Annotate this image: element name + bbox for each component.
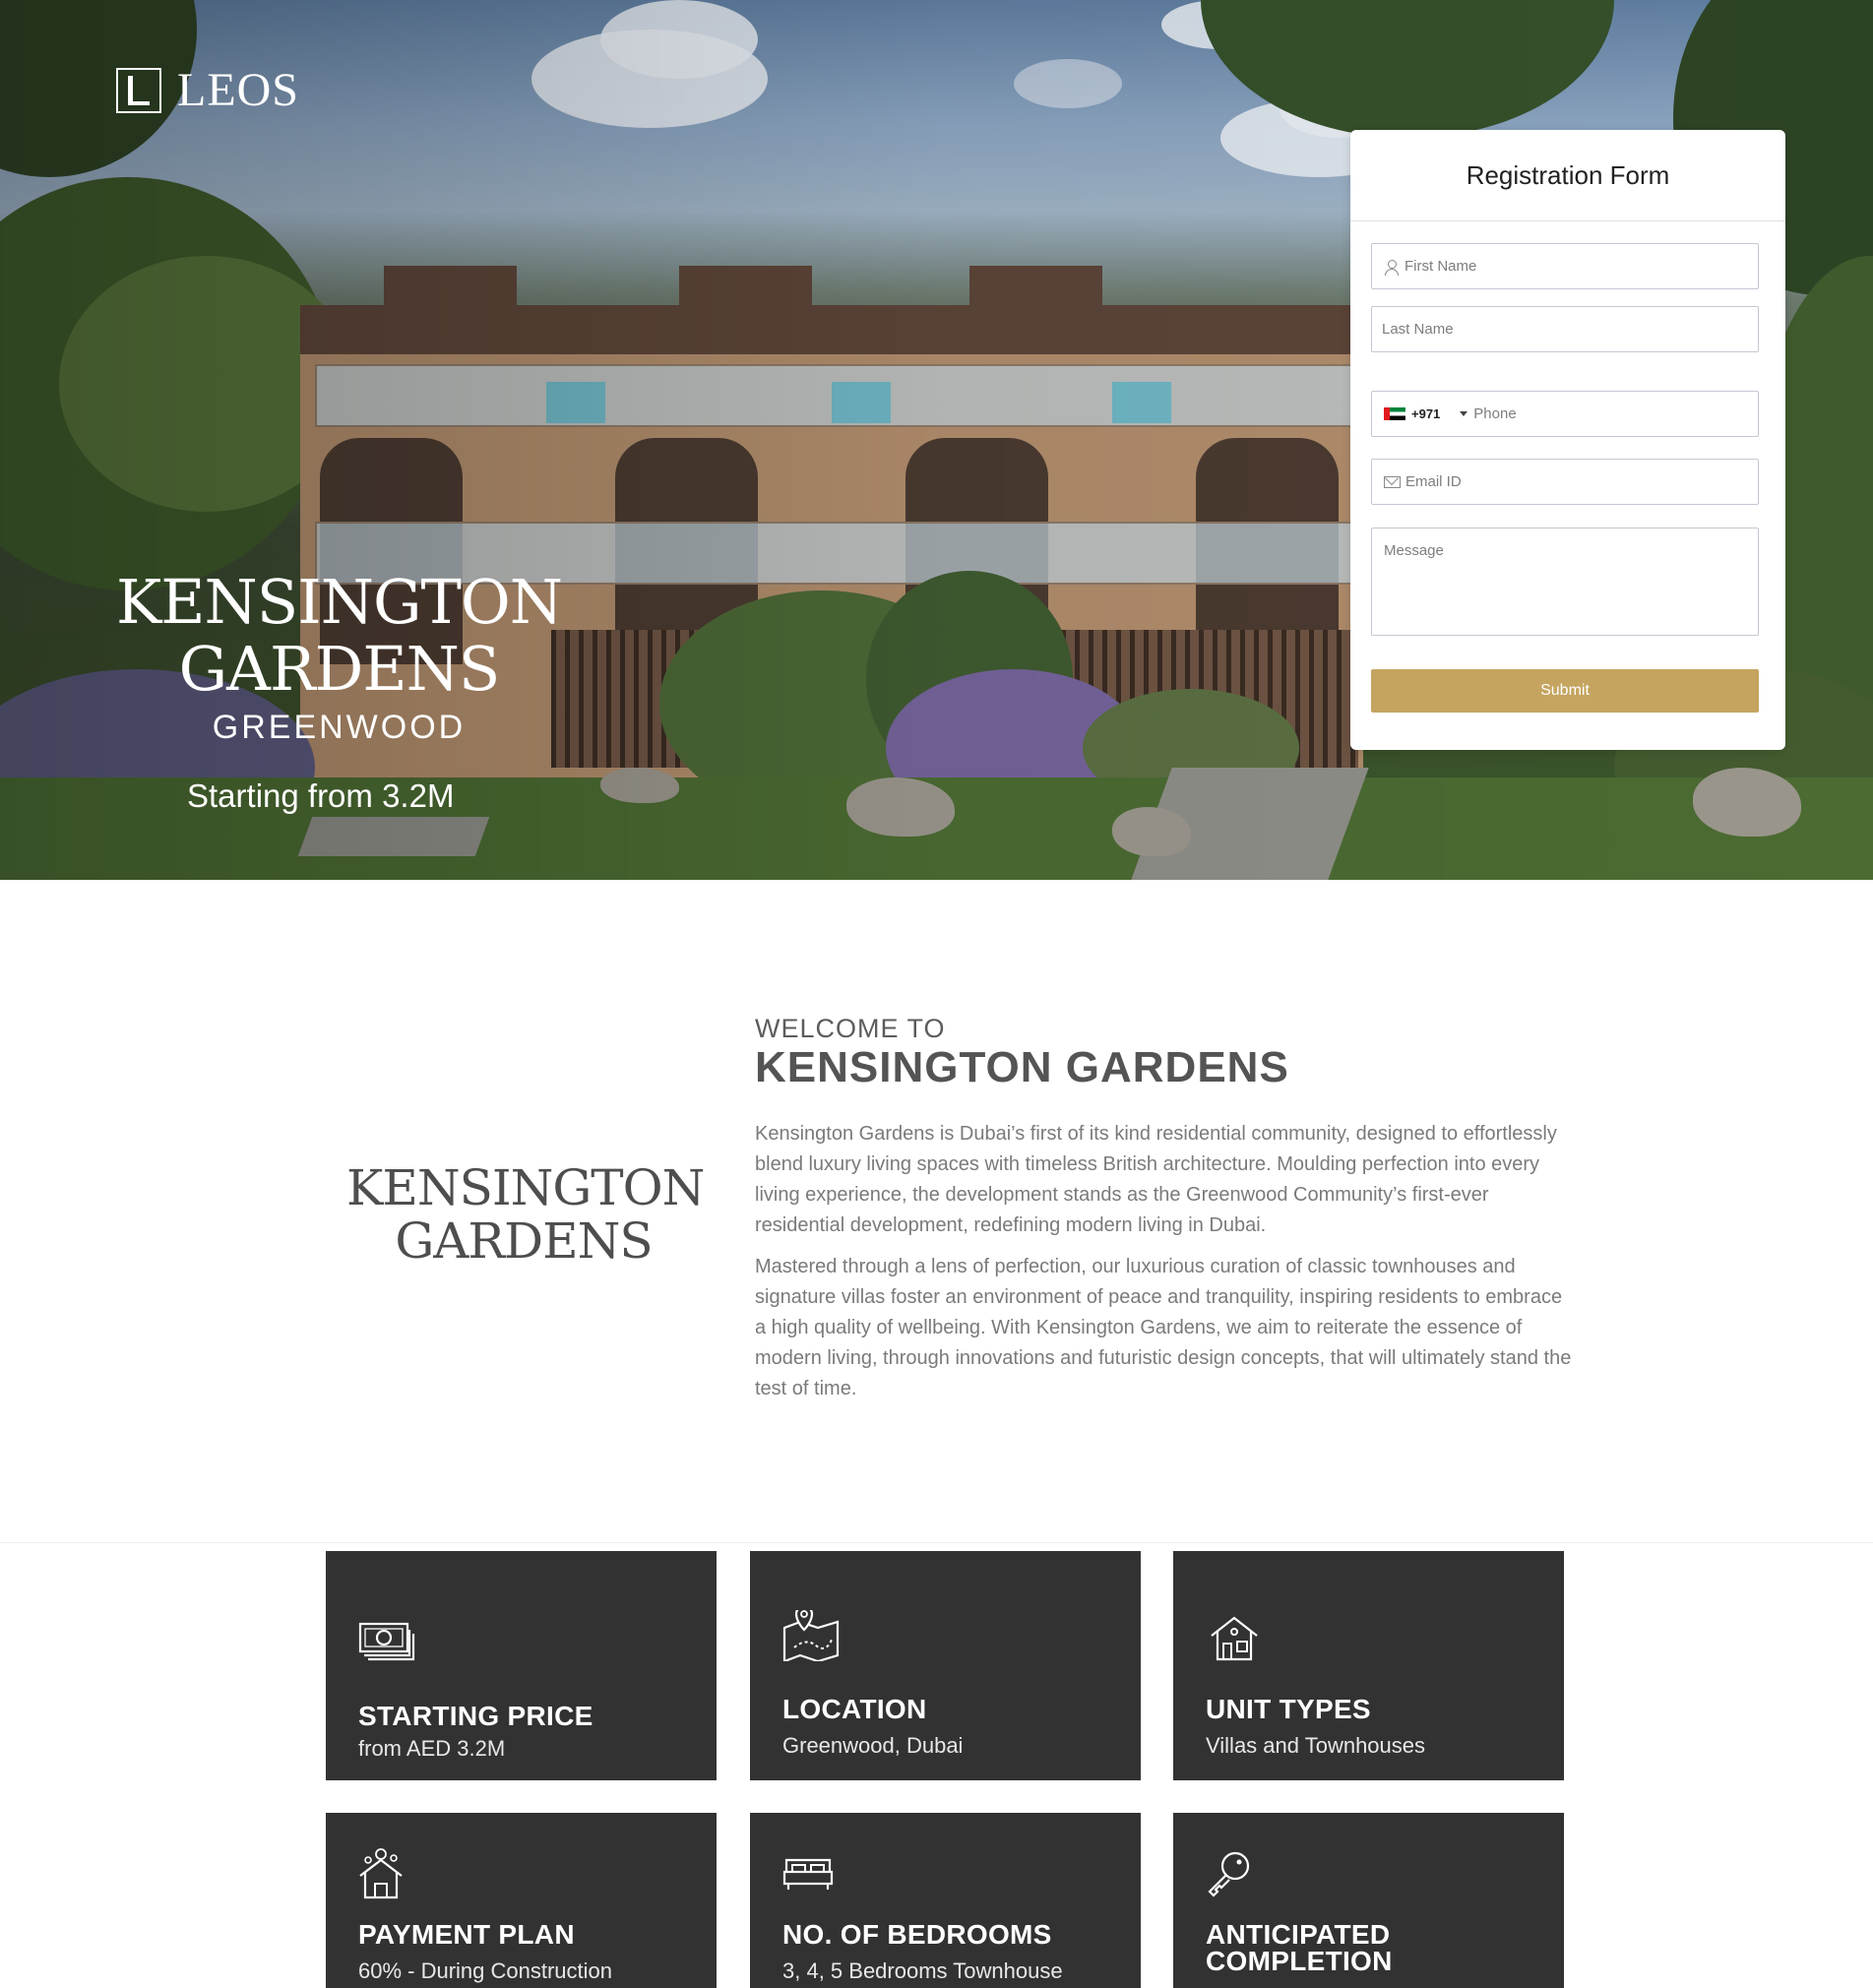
feature-value: from AED 3.2M [358,1736,506,1761]
feature-value: Villas and Townhouses [1206,1733,1426,1758]
hero-title-line1: KENSINGTON [115,566,563,638]
money-icon [358,1622,415,1661]
project-logo: KENSINGTON GARDENS [346,1159,705,1270]
feature-value: 3, 4, 5 Bedrooms Townhouse [782,1958,1063,1983]
welcome-paragraph-2: Mastered through a lens of perfection, o… [755,1256,1572,1399]
hero-project-logo: KENSINGTON GARDENS GREENWOOD [110,569,568,747]
hero-title-line2: GARDENS [178,633,501,705]
feature-title: LOCATION [782,1694,927,1724]
first-name-placeholder: First Name [1405,258,1477,275]
feature-title: UNIT TYPES [1206,1694,1371,1724]
feature-card-payment-plan: PAYMENT PLAN 60% - During Construction [326,1813,717,1988]
welcome-kicker: WELCOME TO [755,1014,946,1043]
house-icon [1211,1616,1258,1661]
form-title: Registration Form [1350,130,1785,221]
message-field[interactable]: Message [1371,528,1759,636]
feature-title-line2: COMPLETION [1206,1946,1393,1976]
welcome-paragraph-1: Kensington Gardens is Dubai’s first of i… [755,1123,1557,1236]
user-icon [1384,259,1400,276]
submit-button[interactable]: Submit [1371,669,1759,713]
feature-title: ANTICIPATED [1206,1919,1391,1950]
welcome-title: KENSINGTON GARDENS [755,1043,1289,1091]
last-name-placeholder: Last Name [1382,321,1454,338]
mail-icon [1384,475,1401,488]
bed-icon [782,1858,834,1890]
feature-value: 60% - During Construction [358,1958,613,1983]
project-logo-line1: KENSINGTON [346,1159,705,1216]
feature-card-unit-types: UNIT TYPES Villas and Townhouses [1173,1551,1564,1780]
chevron-down-icon[interactable] [1460,411,1468,416]
hero-banner: LEOS KENSINGTON GARDENS GREENWOOD Starti… [0,0,1873,880]
email-placeholder: Email ID [1405,473,1462,490]
feature-title: PAYMENT PLAN [358,1919,575,1950]
map-icon [782,1610,840,1661]
feature-title: STARTING PRICE [358,1701,593,1731]
country-code[interactable]: +971 [1411,406,1440,421]
hero-subtitle: GREENWOOD [212,709,467,746]
feature-card-location: LOCATION Greenwood, Dubai [750,1551,1141,1780]
email-field[interactable]: Email ID [1371,459,1759,505]
first-name-field[interactable]: First Name [1371,243,1759,289]
section-divider [0,1542,1873,1543]
last-name-field[interactable]: Last Name [1371,306,1759,352]
feature-card-completion: ANTICIPATED COMPLETION [1173,1813,1564,1988]
key-icon [1208,1851,1250,1897]
project-logo-line2: GARDENS [395,1212,653,1270]
leos-logo-mark-icon [116,67,161,113]
hero-price: Starting from 3.2M [187,777,455,814]
leos-logo[interactable]: LEOS [116,63,299,117]
feature-value: Greenwood, Dubai [782,1733,964,1758]
message-placeholder: Message [1384,542,1444,559]
feature-title: NO. OF BEDROOMS [782,1919,1052,1950]
feature-card-starting-price: STARTING PRICE from AED 3.2M [326,1551,717,1780]
feature-card-bedrooms: NO. OF BEDROOMS 3, 4, 5 Bedrooms Townhou… [750,1813,1141,1988]
registration-form: Registration Form First Name Last Name +… [1350,130,1785,750]
phone-field[interactable]: +971 Phone [1371,391,1759,437]
home-payment-icon [359,1848,403,1899]
uae-flag-icon[interactable] [1384,407,1405,420]
leos-logo-text: LEOS [177,64,299,116]
phone-placeholder: Phone [1473,405,1517,422]
